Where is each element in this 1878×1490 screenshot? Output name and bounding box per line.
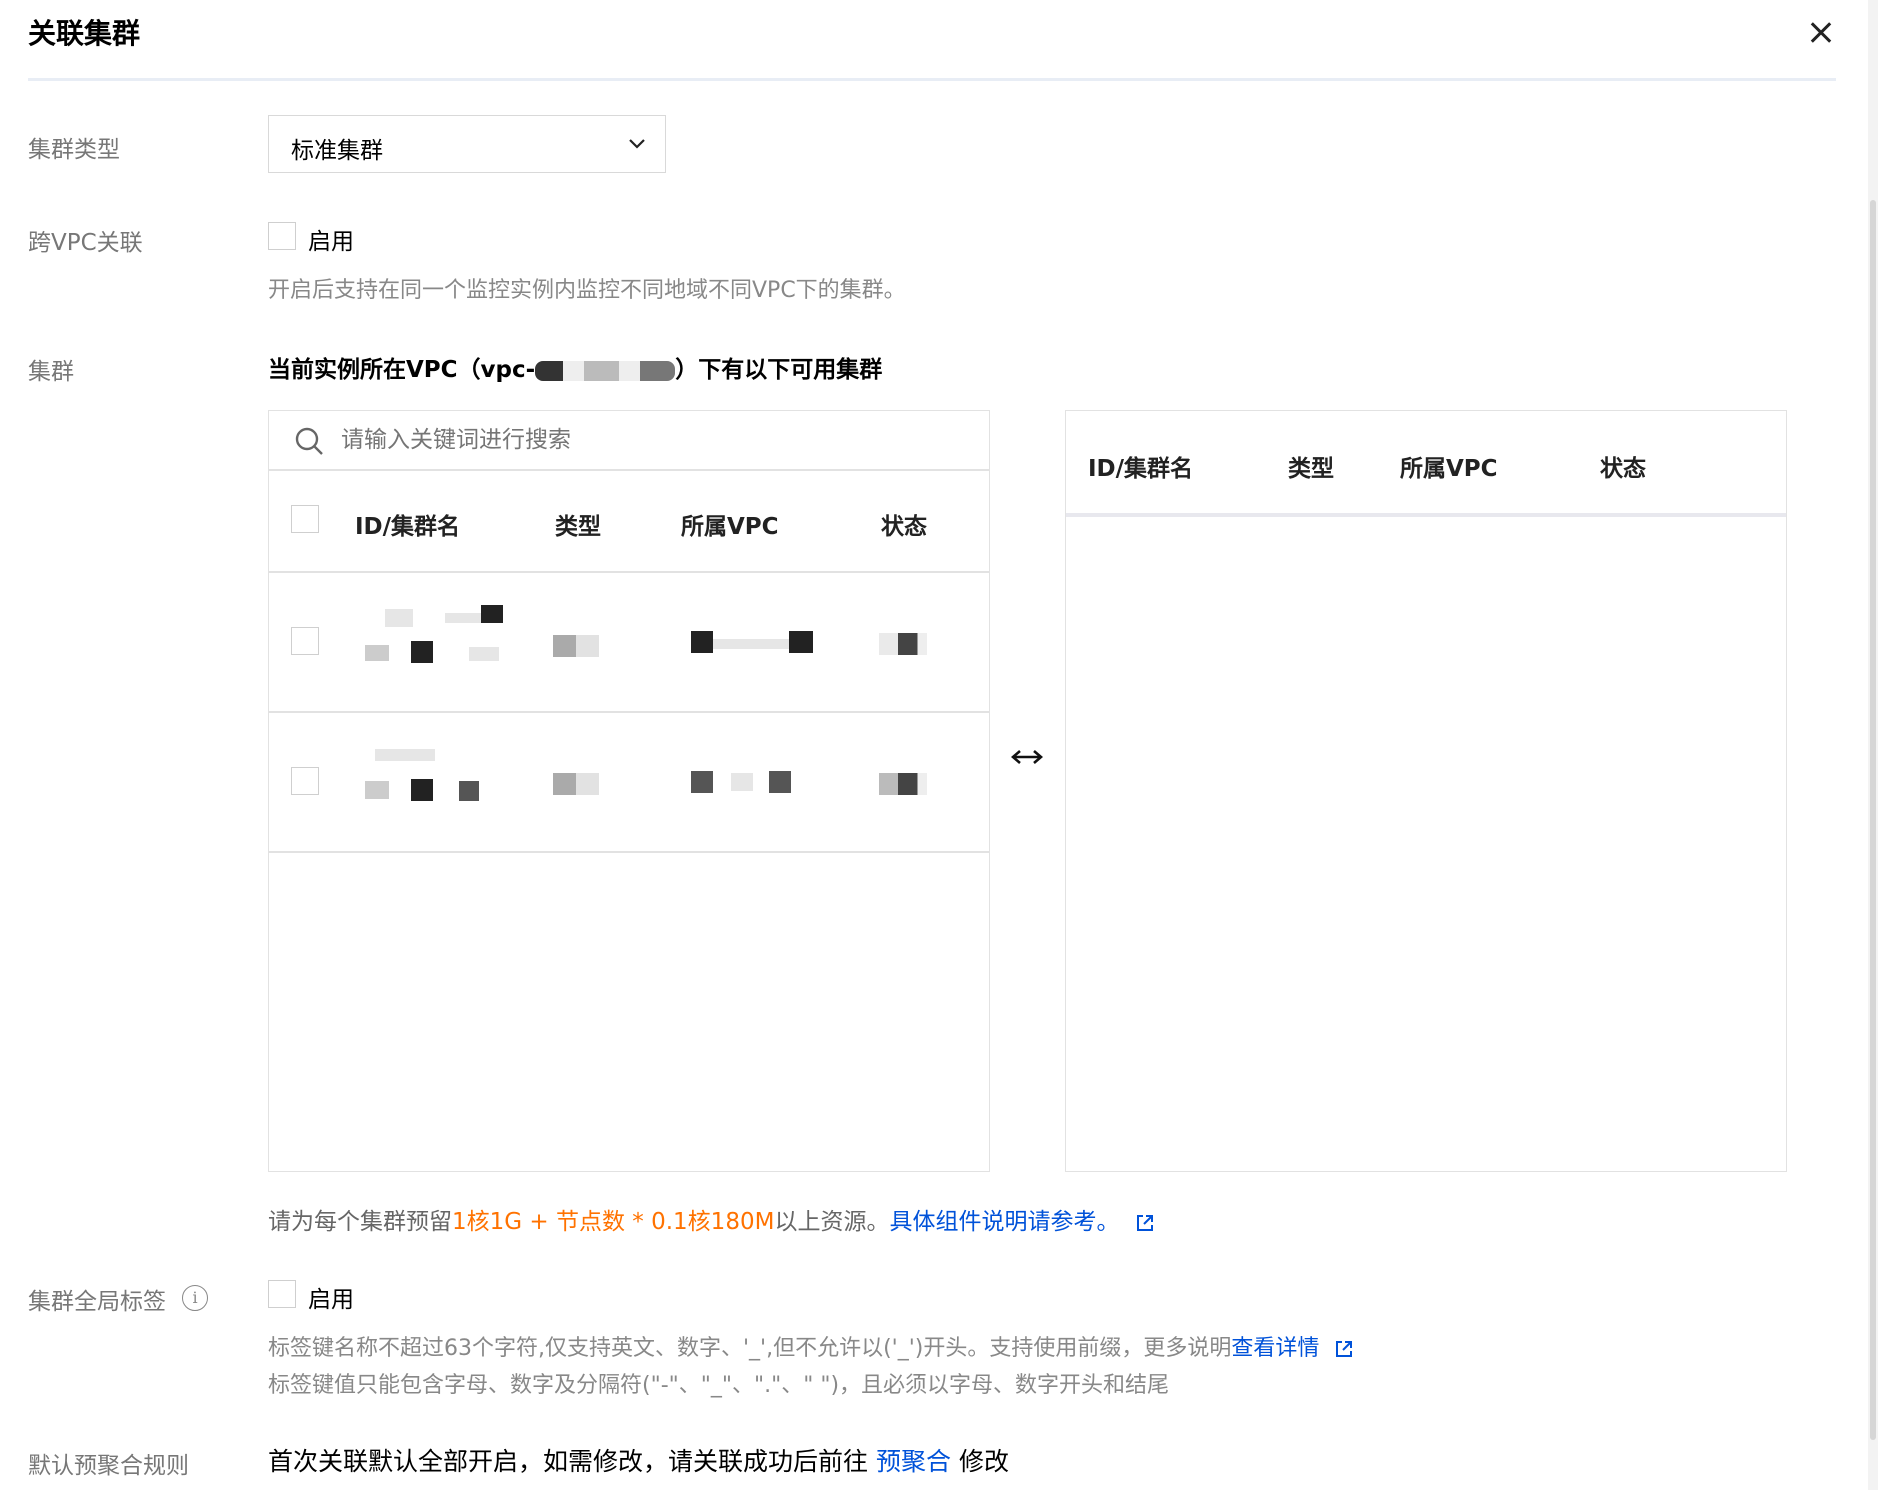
redacted-status xyxy=(879,633,927,655)
global-tags-hint-1: 标签键名称不超过63个字符,仅支持英文、数字、'_',但不允许以('_')开头。… xyxy=(268,1330,1354,1362)
selected-column-status: 状态 xyxy=(1600,456,1646,482)
pre-aggregation-link[interactable]: 预聚合 xyxy=(876,1447,951,1476)
global-tags-checkbox-label: 启用 xyxy=(308,1287,354,1313)
select-all-checkbox[interactable] xyxy=(291,505,319,533)
cross-vpc-label: 跨VPC关联 xyxy=(28,230,143,256)
selected-column-vpc: 所属VPC xyxy=(1400,456,1498,482)
redacted-cluster-id xyxy=(355,603,515,673)
scrollbar-thumb[interactable] xyxy=(1870,200,1876,1440)
global-tags-checkbox[interactable] xyxy=(268,1280,296,1308)
selected-clusters-panel: ID/集群名 类型 所属VPC 状态 xyxy=(1065,410,1787,1172)
search-input[interactable] xyxy=(341,419,961,461)
row-checkbox[interactable] xyxy=(291,767,319,795)
global-tags-label: 集群全局标签 xyxy=(28,1289,166,1315)
redacted-vpc xyxy=(669,769,879,799)
column-type: 类型 xyxy=(555,514,601,540)
available-clusters-panel: ID/集群名 类型 所属VPC 状态 xyxy=(268,410,990,1172)
resource-note-highlight: 1核1G + 节点数 * 0.1核180M xyxy=(452,1209,775,1235)
global-tags-hint-2: 标签键值只能包含字母、数字及分隔符("-"、"_"、"."、" ")，且必须以字… xyxy=(268,1373,1170,1398)
resource-note: 请为每个集群预留1核1G + 节点数 * 0.1核180M以上资源。具体组件说明… xyxy=(268,1202,1155,1236)
cluster-title-prefix: 当前实例所在VPC（vpc- xyxy=(268,357,536,383)
column-status: 状态 xyxy=(881,514,927,540)
row-divider xyxy=(269,851,989,853)
resource-note-prefix: 请为每个集群预留 xyxy=(268,1209,452,1235)
pre-aggregation-text: 首次关联默认全部开启，如需修改，请关联成功后前往 预聚合 修改 xyxy=(268,1442,1009,1478)
redacted-type xyxy=(553,773,599,795)
cross-vpc-checkbox-label: 启用 xyxy=(308,229,354,255)
column-id-name: ID/集群名 xyxy=(355,514,461,540)
component-docs-link[interactable]: 具体组件说明请参考。 xyxy=(889,1209,1119,1235)
cluster-section-title: 当前实例所在VPC（vpc- ）下有以下可用集群 xyxy=(268,350,882,384)
selected-column-id-name: ID/集群名 xyxy=(1088,456,1194,482)
row-checkbox[interactable] xyxy=(291,627,319,655)
external-link-icon[interactable] xyxy=(1334,1339,1354,1359)
column-vpc: 所属VPC xyxy=(681,514,779,540)
redacted-type xyxy=(553,635,599,657)
view-details-link[interactable]: 查看详情 xyxy=(1231,1336,1319,1361)
redacted-cluster-id xyxy=(355,743,515,813)
selected-column-type: 类型 xyxy=(1288,456,1334,482)
header-divider xyxy=(28,78,1836,81)
global-tags-hint-text: 标签键名称不超过63个字符,仅支持英文、数字、'_',但不允许以('_')开头。… xyxy=(268,1336,1232,1361)
pre-aggregation-suffix: 修改 xyxy=(958,1447,1009,1476)
cluster-label: 集群 xyxy=(28,359,74,385)
transfer-arrows-icon xyxy=(1011,750,1043,764)
search-divider xyxy=(269,469,989,471)
table-row[interactable] xyxy=(269,573,989,711)
pre-aggregation-label: 默认预聚合规则 xyxy=(28,1453,189,1479)
cluster-type-select[interactable]: 标准集群 xyxy=(268,115,666,173)
selected-header-divider xyxy=(1066,513,1786,517)
chevron-down-icon xyxy=(629,139,645,149)
cluster-type-label: 集群类型 xyxy=(28,137,120,163)
redacted-vpc xyxy=(669,629,879,659)
resource-note-middle: 以上资源。 xyxy=(774,1209,890,1235)
redacted-status xyxy=(879,773,927,795)
dialog-title: 关联集群 xyxy=(28,17,141,50)
cluster-title-suffix: ）下有以下可用集群 xyxy=(675,357,883,383)
cross-vpc-hint: 开启后支持在同一个监控实例内监控不同地域不同VPC下的集群。 xyxy=(268,278,906,303)
close-icon[interactable] xyxy=(1802,12,1842,52)
external-link-icon[interactable] xyxy=(1135,1213,1155,1233)
cluster-type-value: 标准集群 xyxy=(291,138,383,164)
cross-vpc-checkbox[interactable] xyxy=(268,222,296,250)
search-icon xyxy=(295,427,323,455)
info-icon[interactable]: i xyxy=(182,1285,208,1311)
table-row[interactable] xyxy=(269,713,989,851)
redacted-vpc-id xyxy=(535,360,676,381)
pre-aggregation-prefix: 首次关联默认全部开启，如需修改，请关联成功后前往 xyxy=(268,1447,869,1476)
